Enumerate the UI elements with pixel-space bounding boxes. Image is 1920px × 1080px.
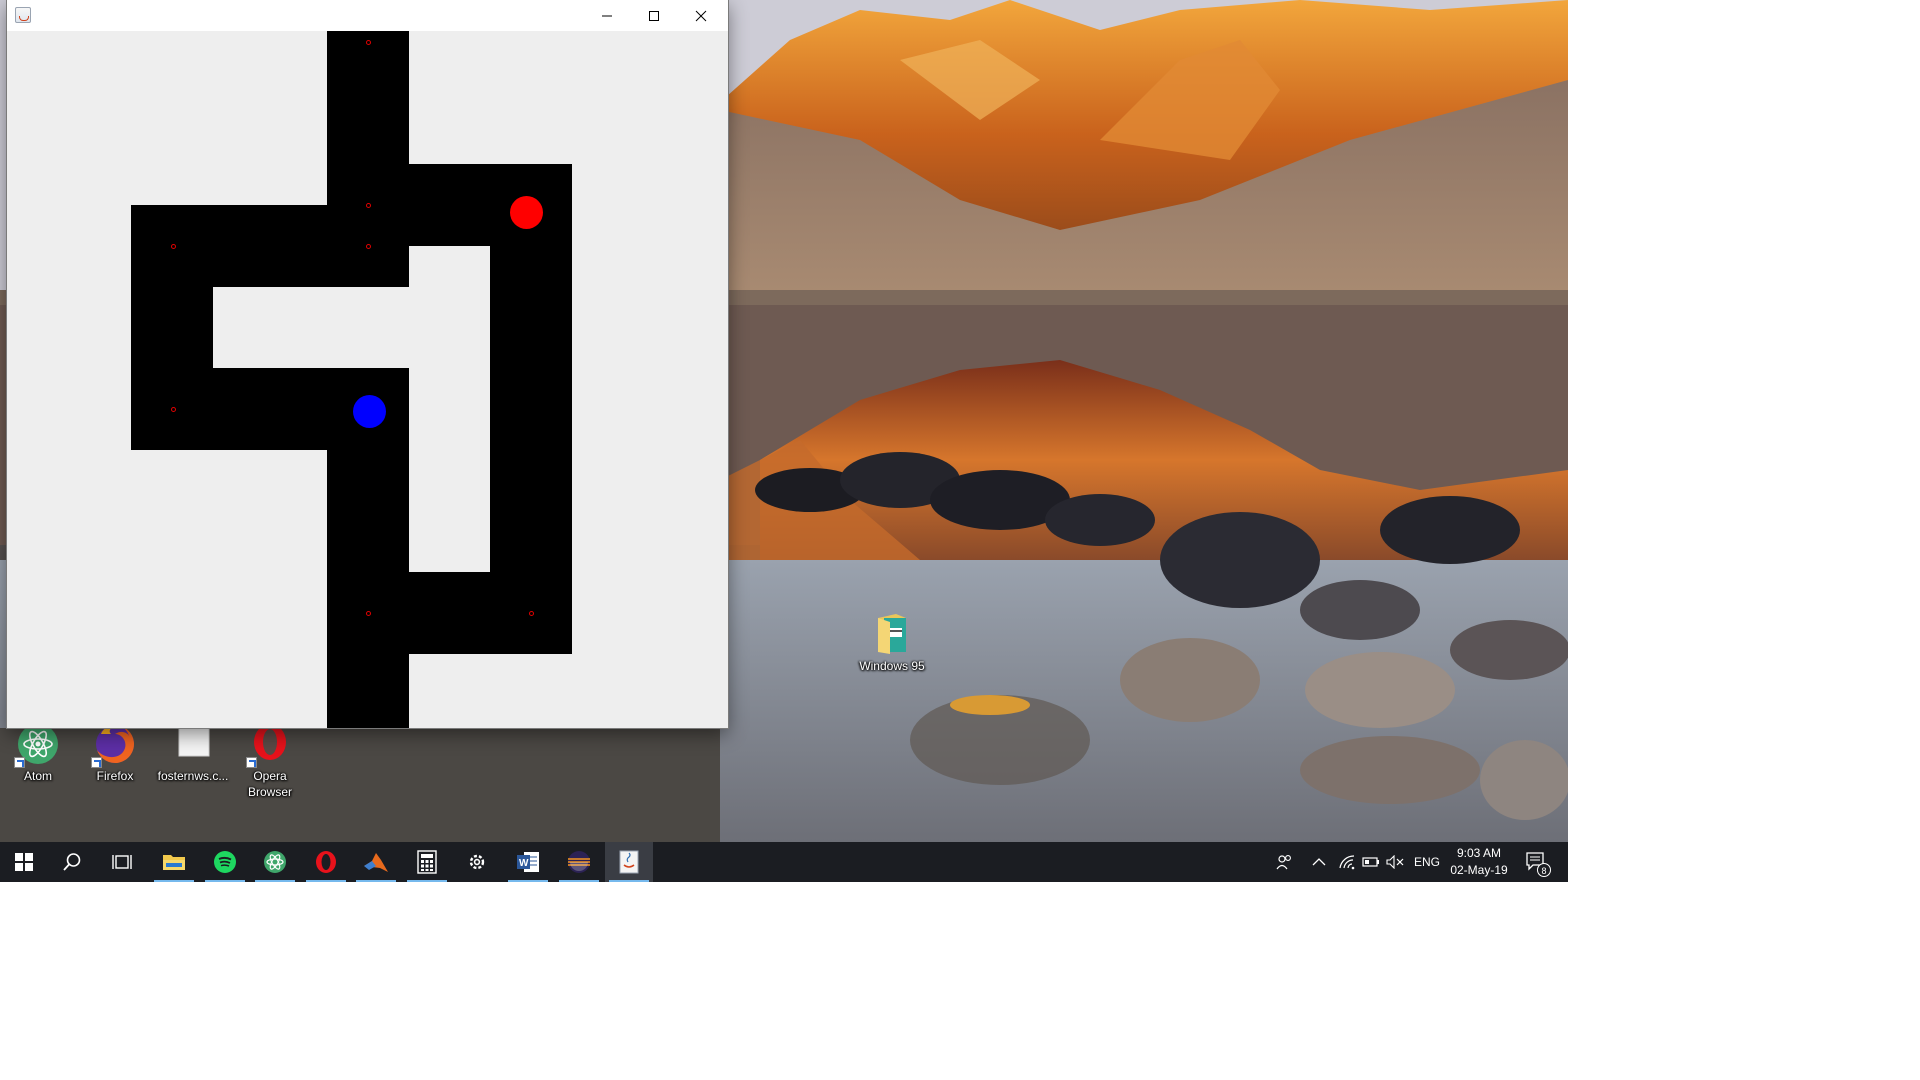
- atom-icon: [14, 722, 60, 768]
- maze-waypoint: [366, 40, 371, 45]
- battery-icon: [1362, 857, 1379, 867]
- atom-icon: [264, 851, 286, 873]
- chevron-up-icon: [1312, 858, 1326, 866]
- maze-waypoint: [366, 611, 371, 616]
- eclipse-icon: [568, 851, 590, 873]
- desktop-icon-label: Opera Browser: [247, 769, 292, 799]
- desktop-icon-firefox[interactable]: Firefox: [77, 722, 153, 784]
- close-button[interactable]: [678, 0, 724, 31]
- start-button[interactable]: [0, 842, 48, 882]
- task-view-button[interactable]: [98, 842, 146, 882]
- opera-icon: [316, 851, 336, 873]
- volume-muted-icon: [1386, 855, 1404, 869]
- taskbar: W ENG 9:03 AM 02-May-19 8: [0, 842, 1568, 882]
- network-button[interactable]: [1338, 842, 1358, 882]
- calculator-button[interactable]: [403, 842, 451, 882]
- folder-icon: [163, 855, 185, 870]
- desktop-icon-label: Windows 95: [859, 659, 925, 673]
- people-icon: [1276, 855, 1291, 870]
- word-icon: W: [517, 852, 539, 872]
- desktop-icon-opera[interactable]: Opera Browser: [232, 722, 308, 800]
- shortcut-arrow-icon: [91, 757, 102, 768]
- shortcut-arrow-icon: [246, 757, 257, 768]
- desktop-icon-label: Atom: [23, 769, 52, 783]
- maximize-button[interactable]: [631, 0, 677, 31]
- file-icon: [171, 722, 215, 766]
- maze-path: [327, 31, 409, 205]
- file-explorer-button[interactable]: [150, 842, 198, 882]
- minimize-button[interactable]: [584, 0, 630, 31]
- spotify-button[interactable]: [201, 842, 249, 882]
- desktop-icon-label: fosternws.c...: [157, 769, 229, 783]
- matlab-button[interactable]: [352, 842, 400, 882]
- desktop-icon-windows95[interactable]: Windows 95: [852, 612, 932, 674]
- word-button[interactable]: W: [504, 842, 552, 882]
- maze-waypoint: [171, 244, 176, 249]
- settings-button[interactable]: [453, 842, 501, 882]
- maze-path: [327, 450, 409, 728]
- volume-button[interactable]: [1386, 842, 1406, 882]
- maze-app-window[interactable]: [7, 0, 728, 728]
- clock-button[interactable]: 9:03 AM 02-May-19: [1443, 845, 1515, 879]
- action-center-button[interactable]: 8: [1522, 842, 1552, 882]
- gear-icon: [469, 854, 485, 870]
- windows-logo-icon: [15, 853, 33, 871]
- java-icon: [619, 850, 639, 874]
- enemy-ball: [510, 196, 543, 229]
- folder-icon: [870, 612, 914, 656]
- wifi-icon: [1339, 855, 1355, 870]
- maze-waypoint: [366, 203, 371, 208]
- search-button[interactable]: [48, 842, 96, 882]
- show-hidden-icons-button[interactable]: [1312, 842, 1330, 882]
- maze-waypoint: [171, 407, 176, 412]
- shortcut-arrow-icon: [14, 757, 25, 768]
- minimize-icon: [602, 15, 612, 17]
- maze-path: [490, 246, 572, 654]
- battery-button[interactable]: [1362, 842, 1382, 882]
- java-icon: [15, 7, 31, 23]
- desktop-icon-fosternws[interactable]: fosternws.c...: [155, 722, 231, 784]
- atom-button[interactable]: [251, 842, 299, 882]
- notification-count-badge: 8: [1537, 863, 1551, 877]
- clock-date: 02-May-19: [1450, 863, 1508, 877]
- desktop-icon-label: Firefox: [96, 769, 134, 783]
- search-icon: [63, 853, 81, 871]
- maze-waypoint: [529, 611, 534, 616]
- maze-path: [409, 572, 490, 654]
- matlab-icon: [364, 853, 388, 872]
- maze-path: [409, 164, 572, 246]
- calculator-icon: [417, 850, 437, 874]
- opera-icon: [246, 722, 292, 768]
- spotify-icon: [214, 851, 236, 873]
- clock-time: 9:03 AM: [1456, 846, 1502, 860]
- maze-path: [131, 287, 213, 450]
- input-language-button[interactable]: ENG: [1412, 842, 1442, 882]
- firefox-icon: [91, 722, 137, 768]
- maze-waypoint: [366, 244, 371, 249]
- maze-canvas[interactable]: [7, 31, 728, 728]
- desktop-icon-atom[interactable]: Atom: [0, 722, 76, 784]
- player-ball: [353, 395, 386, 428]
- opera-button[interactable]: [302, 842, 350, 882]
- java-app-button[interactable]: [605, 842, 653, 882]
- task-view-icon: [112, 855, 132, 869]
- eclipse-button[interactable]: [555, 842, 603, 882]
- window-titlebar[interactable]: [7, 0, 728, 31]
- people-button[interactable]: [1276, 842, 1296, 882]
- close-icon: [695, 10, 707, 22]
- language-indicator: ENG: [1413, 855, 1440, 869]
- maximize-icon: [649, 11, 659, 21]
- svg-text:W: W: [519, 858, 529, 869]
